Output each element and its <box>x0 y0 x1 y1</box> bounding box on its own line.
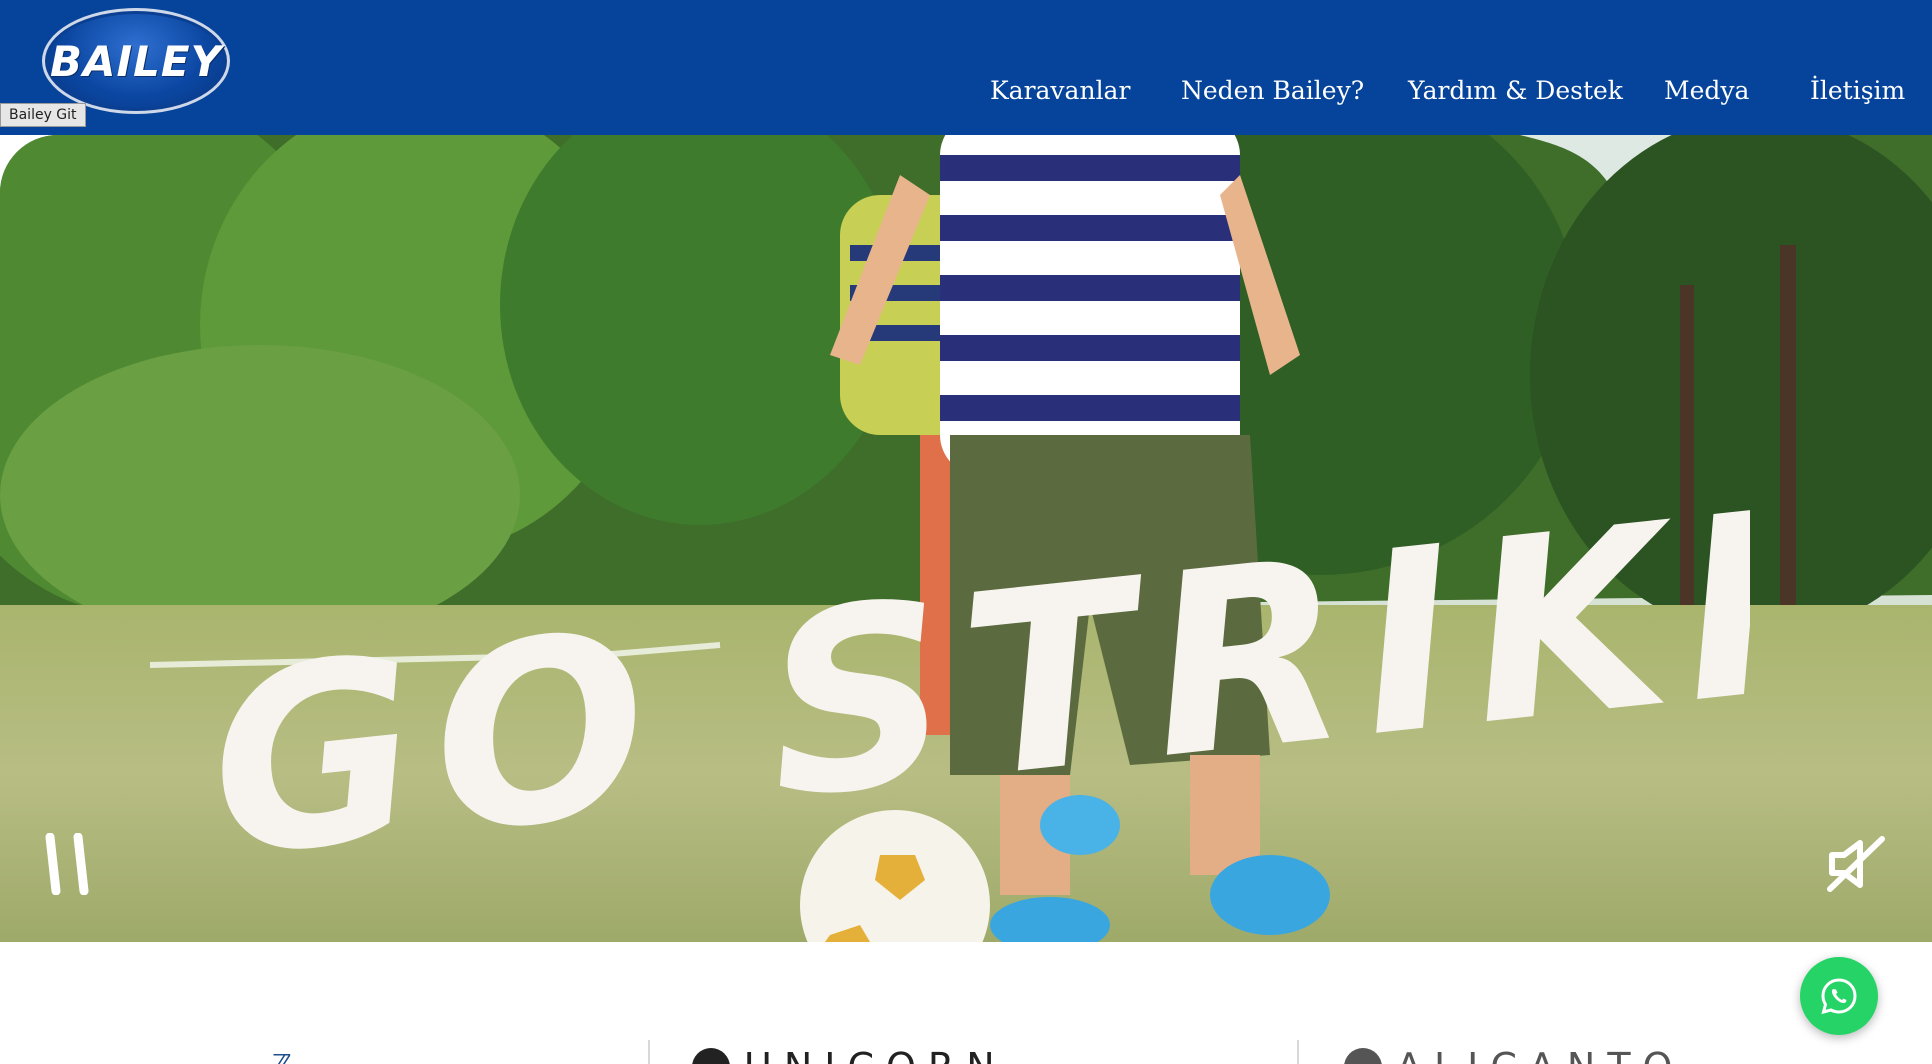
hero-video[interactable]: GO STRIKING <box>0 135 1932 942</box>
brand-divider <box>648 1040 650 1064</box>
whatsapp-icon <box>1821 978 1857 1015</box>
speaker-muted-icon <box>1827 836 1885 892</box>
pause-icon <box>45 832 89 896</box>
logo-text: BAILEY <box>49 36 222 86</box>
brand-name-unicorn: UNICORN <box>744 1048 1007 1064</box>
mute-button[interactable] <box>1826 835 1886 893</box>
logo-tooltip: Bailey Git <box>0 103 86 127</box>
nav-item-yardim-destek[interactable]: Yardım & Destek <box>1408 76 1623 105</box>
pause-button[interactable] <box>44 832 96 896</box>
hero-headline: GO STRIKING <box>197 505 1750 865</box>
bailey-logo[interactable]: BAILEY <box>42 8 230 114</box>
brand-alicanto[interactable]: ALICANTO <box>1344 1048 1684 1064</box>
brand-divider <box>1297 1040 1299 1064</box>
nav-item-medya[interactable]: Medya <box>1664 76 1749 105</box>
brand-logo-mark-icon[interactable]: ℤ <box>272 1050 292 1064</box>
brand-unicorn[interactable]: UNICORN <box>692 1048 1007 1064</box>
brand-name-alicanto: ALICANTO <box>1396 1048 1684 1064</box>
nav-item-iletisim[interactable]: İletişim <box>1810 76 1905 105</box>
nav-item-karavanlar[interactable]: Karavanlar <box>990 76 1130 105</box>
nav-item-neden-bailey[interactable]: Neden Bailey? <box>1181 76 1364 105</box>
alicanto-logo-icon <box>1344 1048 1382 1064</box>
whatsapp-button[interactable] <box>1800 957 1878 1035</box>
svg-text:GO STRIKING: GO STRIKING <box>197 505 1750 865</box>
unicorn-logo-icon <box>692 1048 730 1064</box>
site-header: BAILEY Bailey Git Karavanlar Neden Baile… <box>0 0 1932 135</box>
